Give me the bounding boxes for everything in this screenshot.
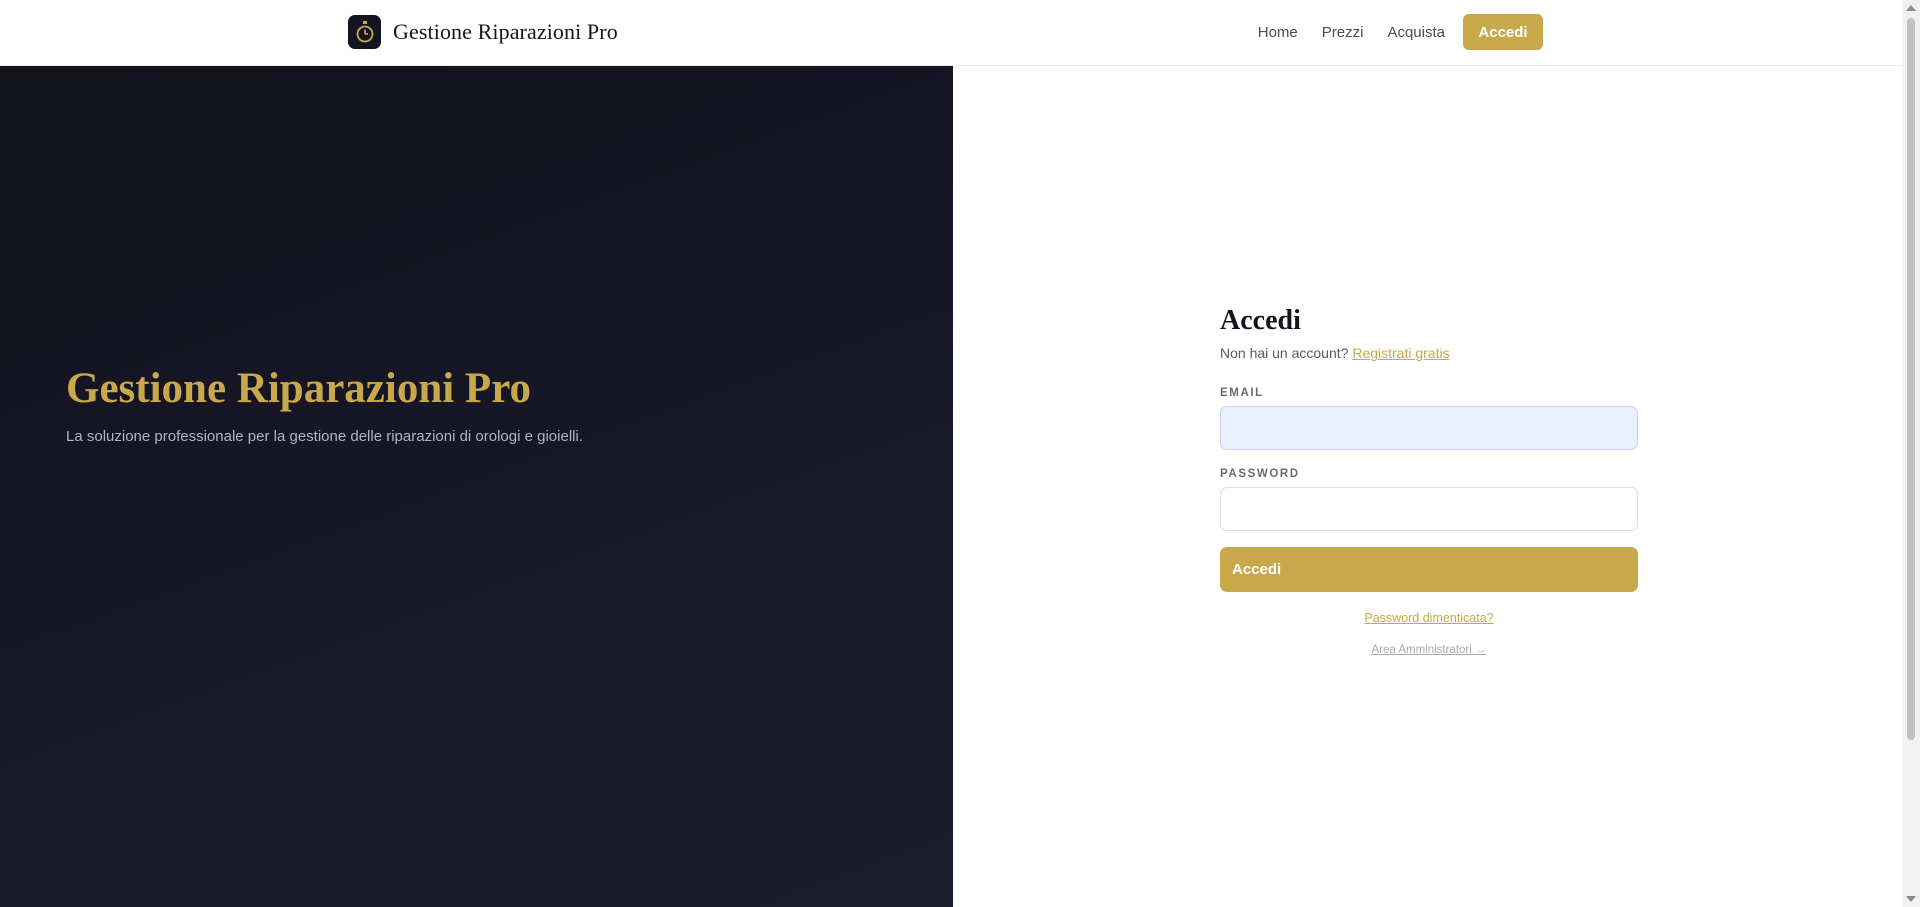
nav-link-home[interactable]: Home — [1258, 24, 1298, 41]
hero-title: Gestione Riparazioni Pro — [66, 365, 532, 412]
login-form: Accedi Non hai un account? Registrati gr… — [1220, 305, 1638, 656]
top-navbar: Gestione Riparazioni Pro Home Prezzi Acq… — [0, 0, 1902, 66]
register-link[interactable]: Registrati gratis — [1352, 345, 1449, 361]
no-account-text: Non hai un account? — [1220, 345, 1349, 361]
page-scrollbar[interactable] — [1902, 0, 1920, 907]
forgot-password-link[interactable]: Password dimenticata? — [1220, 611, 1638, 625]
login-submit-button[interactable]: Accedi — [1220, 547, 1638, 592]
password-label: PASSWORD — [1220, 468, 1300, 480]
email-field[interactable] — [1220, 406, 1638, 450]
nav-links: Home Prezzi Acquista Accedi — [1258, 14, 1543, 50]
scroll-up-arrow-icon[interactable] — [1906, 5, 1916, 11]
register-prompt: Non hai un account? Registrati gratis — [1220, 345, 1638, 361]
hero-subtitle: La soluzione professionale per la gestio… — [66, 428, 583, 445]
nav-link-prezzi[interactable]: Prezzi — [1322, 24, 1364, 41]
admin-area-link[interactable]: Area Amministratori → — [1220, 644, 1638, 656]
brand[interactable]: Gestione Riparazioni Pro — [348, 15, 618, 49]
stopwatch-icon — [348, 15, 381, 49]
email-label: EMAIL — [1220, 387, 1264, 399]
nav-link-acquista[interactable]: Acquista — [1387, 24, 1445, 41]
form-title: Accedi — [1220, 305, 1301, 336]
scroll-down-arrow-icon[interactable] — [1906, 896, 1916, 902]
scroll-thumb[interactable] — [1907, 18, 1915, 740]
nav-login-button[interactable]: Accedi — [1463, 14, 1543, 50]
password-field[interactable] — [1220, 487, 1638, 531]
hero-panel — [0, 66, 953, 907]
brand-name: Gestione Riparazioni Pro — [393, 19, 618, 44]
